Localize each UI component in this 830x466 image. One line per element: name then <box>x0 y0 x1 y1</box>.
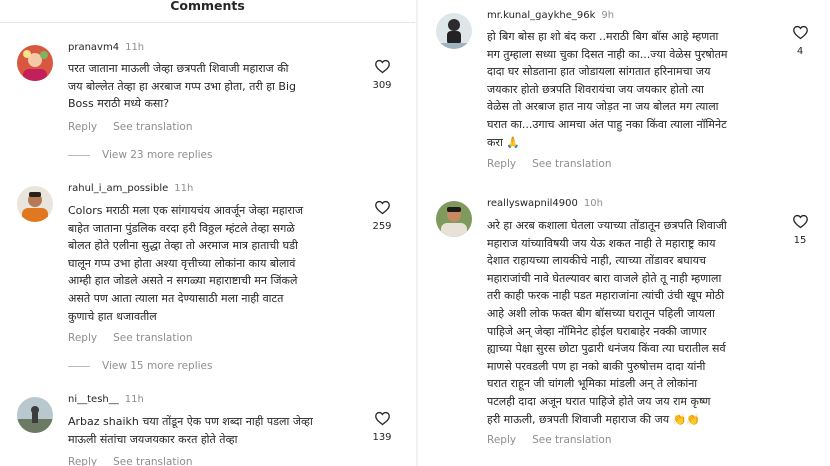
comment-actions: Reply See translation <box>68 456 208 466</box>
like-button[interactable]: 4 <box>785 24 815 57</box>
view-more-replies-button[interactable]: View 15 more replies <box>68 360 212 372</box>
comment-text: Colors मराठी मला एक सांगायचंय आवर्जून जे… <box>68 204 304 323</box>
see-translation-button[interactable]: See translation <box>113 121 192 133</box>
like-count: 139 <box>372 432 392 443</box>
heart-icon <box>374 59 390 74</box>
reply-button[interactable]: Reply <box>487 434 516 446</box>
like-count: 15 <box>793 235 807 246</box>
avatar[interactable] <box>17 186 53 222</box>
comment-text: हो बिग बोस हा शो बंद करा ..मराठी बिग बॉस… <box>487 30 728 149</box>
see-translation-button[interactable]: See translation <box>113 332 192 344</box>
comment-meta: reallyswapnil4900 10h <box>487 198 603 209</box>
reply-button[interactable]: Reply <box>487 158 516 170</box>
comment-username[interactable]: reallyswapnil4900 <box>487 198 578 209</box>
comment-meta: rahul_i_am_possible 11h <box>68 183 193 194</box>
view-more-replies-label: View 23 more replies <box>102 149 213 161</box>
avatar[interactable] <box>17 397 53 433</box>
heart-icon <box>374 200 390 215</box>
like-button[interactable]: 259 <box>367 199 397 232</box>
view-more-replies-label: View 15 more replies <box>102 360 213 372</box>
like-count: 4 <box>796 46 804 57</box>
comment-meta: pranavm4 11h <box>68 42 144 53</box>
comment-time: 11h <box>125 42 145 53</box>
comment-time: 11h <box>124 394 144 405</box>
comment-meta: ni__tesh__ 11h <box>68 394 144 405</box>
like-count: 309 <box>372 80 392 91</box>
comments-panel-right: mr.kunal_gaykhe_96k 9h हो बिग बोस हा शो ब… <box>420 0 830 466</box>
like-button[interactable]: 15 <box>785 213 815 246</box>
comment-actions: Reply See translation <box>487 434 627 446</box>
see-translation-button[interactable]: See translation <box>532 434 611 446</box>
reply-button[interactable]: Reply <box>68 332 97 344</box>
header-divider <box>0 22 415 23</box>
comment-actions: Reply See translation <box>68 121 208 133</box>
comment-actions: Reply See translation <box>68 332 208 344</box>
comment-username[interactable]: rahul_i_am_possible <box>68 183 168 194</box>
comment-username[interactable]: pranavm4 <box>68 42 119 53</box>
comment-time: 11h <box>174 183 194 194</box>
heart-icon <box>792 214 808 229</box>
like-button[interactable]: 139 <box>367 410 397 443</box>
replies-line <box>68 154 90 156</box>
see-translation-button[interactable]: See translation <box>532 158 611 170</box>
comment-time: 10h <box>583 198 603 209</box>
avatar[interactable] <box>436 201 472 237</box>
avatar[interactable] <box>436 13 472 49</box>
comment-actions: Reply See translation <box>487 158 627 170</box>
comment-time: 9h <box>601 10 615 21</box>
page-title: Comments <box>170 0 245 13</box>
comment-text: अरे हा अरब कशाला घेतला ज्याच्या तोंडातून… <box>487 219 727 426</box>
comments-panel-left: Comments pranavm4 11h परत जाताना माऊली जे… <box>0 0 415 466</box>
heart-icon <box>792 25 808 40</box>
reply-button[interactable]: Reply <box>68 456 97 466</box>
like-button[interactable]: 309 <box>367 58 397 91</box>
reply-button[interactable]: Reply <box>68 121 97 133</box>
comment-meta: mr.kunal_gaykhe_96k 9h <box>487 10 614 21</box>
see-translation-button[interactable]: See translation <box>113 456 192 466</box>
comment-username[interactable]: mr.kunal_gaykhe_96k <box>487 10 595 21</box>
comment-username[interactable]: ni__tesh__ <box>68 394 119 405</box>
heart-icon <box>374 411 390 426</box>
replies-line <box>68 365 90 367</box>
avatar[interactable] <box>17 45 53 81</box>
comments-page: Comments pranavm4 11h परत जाताना माऊली जे… <box>0 0 830 466</box>
comment-text: परत जाताना माऊली जेव्हा छत्रपती शिवाजी म… <box>68 62 296 111</box>
column-divider <box>416 0 418 466</box>
like-count: 259 <box>372 221 392 232</box>
view-more-replies-button[interactable]: View 23 more replies <box>68 149 212 161</box>
comment-text: Arbaz shaikh चया तोंडून ऐक पण शब्दा नाही… <box>68 415 313 446</box>
